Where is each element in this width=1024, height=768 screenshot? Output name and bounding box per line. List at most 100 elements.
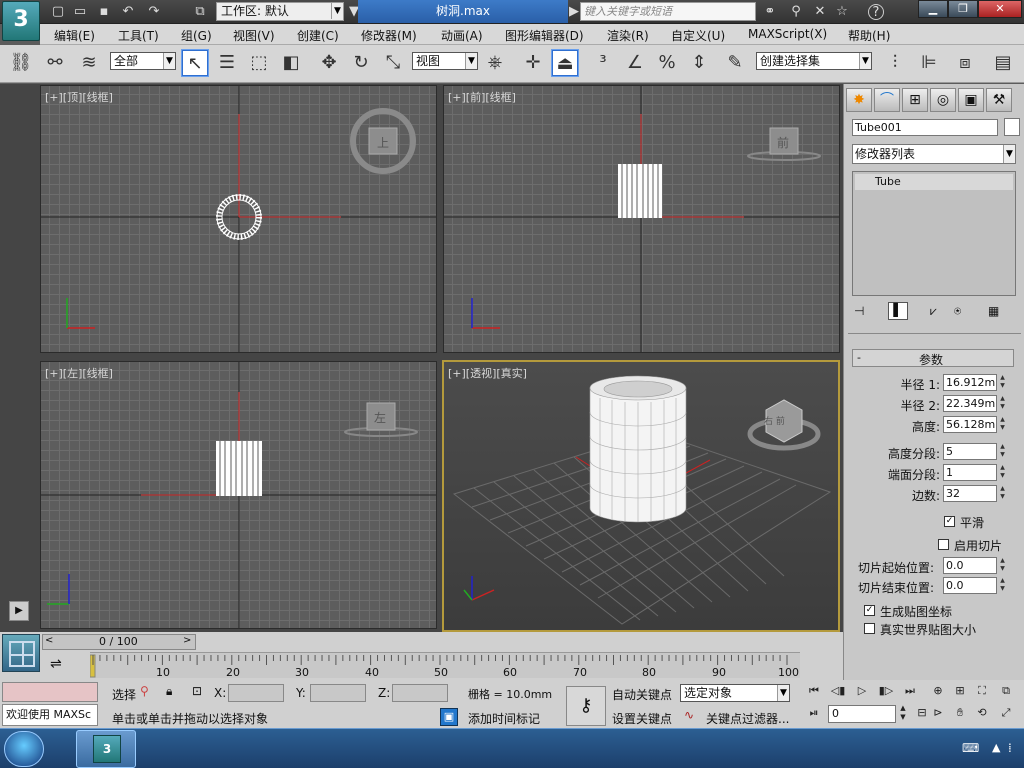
viewport-layout-icon[interactable] — [2, 634, 40, 672]
pivot-center-icon[interactable]: ⎈ — [482, 50, 508, 76]
percent-snap-icon[interactable]: % — [654, 50, 680, 76]
spinner-icon[interactable]: ▲ ▼ — [998, 464, 1007, 481]
modify-tab-icon[interactable]: ⌒ — [874, 88, 900, 112]
viewcube-label[interactable]: 左 — [374, 409, 386, 426]
next-frame-icon[interactable]: > — [183, 635, 191, 646]
scale-icon[interactable]: ⤡ — [380, 50, 406, 76]
viewcube-label[interactable]: 前 — [777, 134, 789, 151]
pan-icon[interactable]: ✋︎ — [950, 704, 970, 722]
menu-maxscript[interactable]: MAXScript(X) — [748, 27, 827, 41]
isolate-icon[interactable]: ⚲ — [140, 684, 149, 698]
spinner-icon[interactable]: ▲ ▼ — [998, 374, 1007, 391]
z-coordinate-field[interactable] — [392, 684, 448, 702]
pin-stack-icon[interactable]: ⊣ — [854, 304, 864, 318]
timeline-track[interactable]: 10 20 30 40 50 60 70 80 90 100 — [90, 652, 800, 679]
viewport-label[interactable]: [+][顶][线框] — [45, 89, 113, 105]
move-icon[interactable]: ✥ — [316, 50, 342, 76]
lock-icon[interactable]: 🔒︎ — [166, 684, 172, 699]
viewport-perspective[interactable]: 右 前 [+][透视][真实] — [442, 360, 840, 632]
undo-icon[interactable]: ↶ — [120, 4, 136, 20]
set-key-icon[interactable]: ⚷ — [566, 686, 606, 726]
rotate-icon[interactable]: ↻ — [348, 50, 374, 76]
current-frame-field[interactable]: 0 — [828, 705, 896, 723]
prev-frame-icon[interactable]: < — [45, 635, 53, 646]
object-color-swatch[interactable] — [1004, 118, 1020, 136]
spinner-icon[interactable]: ▲ ▼ — [998, 395, 1007, 412]
slice-from-field[interactable]: 0.0 — [943, 557, 997, 574]
named-selection-dropdown[interactable]: 创建选择集 ▼ — [756, 52, 872, 70]
hierarchy-tab-icon[interactable]: ⊞ — [902, 88, 928, 112]
viewcube-label[interactable]: 上 — [377, 134, 389, 151]
stack-item-tube[interactable]: Tube — [855, 174, 1013, 190]
next-key-icon[interactable]: ▮▷ — [876, 682, 896, 700]
search-icon[interactable]: ⚲ — [788, 4, 804, 20]
spinner-icon[interactable]: ▲ ▼ — [998, 577, 1007, 594]
viewport-label[interactable]: [+][透视][真实] — [448, 365, 527, 381]
spinner-icon[interactable]: ▲ ▼ — [998, 443, 1007, 460]
spinner-icon[interactable]: ▲ ▼ — [998, 557, 1007, 574]
zoom-icon[interactable]: ⊕ — [928, 682, 948, 700]
maximize-viewport-icon[interactable]: ⤢ — [996, 704, 1016, 722]
menu-edit[interactable]: 编辑(E) — [54, 27, 95, 44]
spinner-icon[interactable]: ▲ ▼ — [998, 485, 1007, 502]
remove-modifier-icon[interactable]: ⍟ — [954, 304, 961, 319]
layer-manager-icon[interactable]: ⧈ — [952, 50, 978, 76]
y-coordinate-field[interactable] — [310, 684, 366, 702]
real-world-map-checkbox[interactable] — [864, 623, 875, 634]
maxscript-listener-pink[interactable] — [2, 682, 98, 702]
create-tab-icon[interactable]: ✸ — [846, 88, 872, 112]
smooth-checkbox[interactable]: ✓ — [944, 516, 955, 527]
viewport-left[interactable]: 左 [+][左][线框] — [40, 361, 437, 629]
app-logo-icon[interactable]: 3 — [2, 1, 40, 41]
utilities-tab-icon[interactable]: ⚒ — [986, 88, 1012, 112]
sides-field[interactable]: 32 — [943, 485, 997, 502]
project-icon[interactable]: ⧉ — [192, 4, 208, 20]
prev-key-icon[interactable]: ◁▮ — [828, 682, 848, 700]
goto-end-icon[interactable]: ⏭ — [900, 682, 920, 700]
menu-rendering[interactable]: 渲染(R) — [607, 27, 649, 44]
zoom-extents-all-icon[interactable]: ⧉ — [996, 682, 1016, 700]
open-icon[interactable]: ▭ — [72, 4, 88, 20]
mini-curve-editor-icon[interactable]: ⇌ — [50, 656, 72, 674]
save-icon[interactable]: ▪ — [96, 4, 112, 20]
menu-animation[interactable]: 动画(A) — [441, 27, 483, 44]
generate-mapping-checkbox[interactable]: ✓ — [864, 605, 875, 616]
viewport-top[interactable]: 上 [+][顶][线框] — [40, 85, 437, 353]
time-slider[interactable]: < 0 / 100 > — [42, 634, 196, 650]
keyword-search-input[interactable]: 键入关键字或短语 — [580, 2, 756, 21]
add-time-tag[interactable]: 添加时间标记 — [468, 710, 540, 727]
keyboard-icon[interactable]: ⌨ — [962, 741, 979, 755]
tray-arrow-icon[interactable]: ▲ — [992, 741, 1000, 754]
network-icon[interactable]: ⁞ — [1008, 741, 1012, 755]
menu-modifiers[interactable]: 修改器(M) — [361, 27, 417, 44]
zoom-extents-icon[interactable]: ⛶ — [972, 682, 992, 700]
angle-snap-icon[interactable]: ∠ — [622, 50, 648, 76]
menu-tools[interactable]: 工具(T) — [118, 27, 159, 44]
communication-icon[interactable]: ✕ — [812, 4, 828, 20]
viewport-label[interactable]: [+][左][线框] — [45, 365, 113, 381]
radius1-field[interactable]: 16.912mm — [943, 374, 997, 391]
snaps-toggle-icon[interactable]: ³ — [590, 50, 616, 76]
curve-icon[interactable]: ∿ — [684, 708, 694, 722]
spinner-snap-icon[interactable]: ⇕ — [686, 50, 712, 76]
keyboard-shortcut-override-icon[interactable]: ⏏ — [551, 49, 579, 77]
spinner-icon[interactable]: ▲ ▼ — [998, 416, 1007, 433]
height-segments-field[interactable]: 5 — [943, 443, 997, 460]
restore-button[interactable]: ❐ — [948, 0, 978, 18]
taskbar-app-3dsmax[interactable]: 3 — [76, 730, 136, 768]
mirror-icon[interactable]: ⫶ — [882, 50, 908, 76]
binoculars-icon[interactable]: ⚭ — [762, 4, 778, 20]
select-manipulate-icon[interactable]: ✛ — [520, 50, 546, 76]
key-mode-toggle-icon[interactable]: ⏯ — [804, 704, 824, 722]
viewport-front[interactable]: 前 [+][前][线框] — [443, 85, 840, 353]
viewcube-label[interactable]: 右 前 — [764, 414, 785, 427]
graphite-toolbar-icon[interactable]: ▤ — [990, 50, 1016, 76]
start-button-icon[interactable] — [4, 731, 44, 767]
radius2-field[interactable]: 22.349mm — [943, 395, 997, 412]
absolute-mode-icon[interactable]: ⊡ — [192, 684, 202, 698]
zoom-all-icon[interactable]: ⊞ — [950, 682, 970, 700]
select-by-name-icon[interactable]: ☰ — [214, 50, 240, 76]
fov-icon[interactable]: ⊳ — [928, 704, 948, 722]
redo-icon[interactable]: ↷ — [146, 4, 162, 20]
minimize-button[interactable]: ▁ — [918, 0, 948, 18]
